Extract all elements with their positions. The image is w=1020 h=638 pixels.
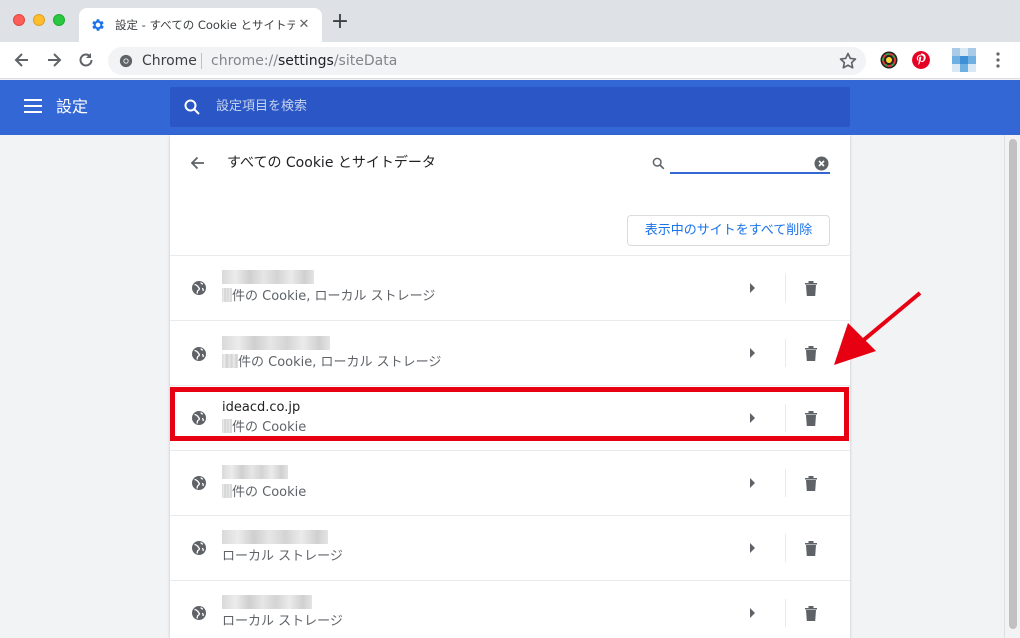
arrow-right-icon[interactable] (748, 283, 756, 293)
arrow-right-icon[interactable] (748, 478, 756, 488)
site-description: ローカル ストレージ (222, 614, 343, 629)
site-description: 件の Cookie, ローカル ストレージ (222, 288, 435, 305)
site-description: 件の Cookie, ローカル ストレージ (222, 354, 441, 371)
url-scheme: chrome:// (211, 53, 278, 69)
settings-search-input[interactable]: 設定項目を検索 (170, 87, 850, 127)
trash-icon[interactable] (804, 280, 818, 297)
globe-icon (192, 606, 206, 620)
hamburger-menu-icon[interactable] (24, 99, 42, 113)
site-name-blurred (222, 465, 288, 482)
row-divider (785, 274, 786, 302)
color-picker-extension-icon[interactable] (880, 51, 898, 69)
site-description: ローカル ストレージ (222, 549, 343, 564)
site-row[interactable]: ローカル ストレージ (170, 515, 850, 580)
tab-title: 設定 - すべての Cookie とサイトデ (115, 18, 295, 32)
site-row[interactable]: 件の Cookie, ローカル ストレージ (170, 320, 850, 385)
trash-icon[interactable] (804, 345, 818, 362)
omnibox-chip: Chrome (142, 53, 197, 69)
row-divider (785, 534, 786, 562)
trash-icon[interactable] (804, 475, 818, 492)
globe-icon (192, 541, 206, 555)
tab-strip: 設定 - すべての Cookie とサイトデ ✕ + (0, 0, 1020, 42)
forward-icon[interactable] (44, 50, 64, 70)
back-icon[interactable] (12, 50, 32, 70)
omnibox-separator (201, 53, 202, 69)
search-icon (184, 99, 200, 115)
trash-icon[interactable] (804, 540, 818, 557)
browser-toolbar: Chrome chrome://settings/siteData (0, 42, 1020, 79)
back-icon[interactable] (188, 153, 208, 173)
globe-icon (192, 281, 206, 295)
trash-icon[interactable] (804, 605, 818, 622)
remove-all-shown-button[interactable]: 表示中のサイトをすべて削除 (627, 215, 830, 246)
site-filter-input[interactable] (670, 150, 830, 174)
url-host: settings (278, 53, 334, 69)
search-placeholder: 設定項目を検索 (216, 99, 308, 114)
highlight-box (170, 387, 849, 441)
annotation-arrow-icon (834, 291, 922, 365)
site-row[interactable]: 件の Cookie, ローカル ストレージ (170, 255, 850, 320)
site-description: 件の Cookie (222, 484, 306, 501)
plus-icon[interactable]: + (330, 11, 350, 33)
site-row[interactable]: ローカル ストレージ (170, 580, 850, 638)
window-close-button[interactable] (13, 14, 25, 26)
arrow-right-icon[interactable] (748, 608, 756, 618)
settings-header: 設定 設定項目を検索 (0, 80, 1020, 135)
globe-icon (192, 476, 206, 490)
scrollbar-thumb[interactable] (1009, 139, 1017, 629)
page-scrollbar[interactable] (1004, 135, 1020, 638)
page-title: 設定 (56, 97, 89, 116)
tab-settings[interactable]: 設定 - すべての Cookie とサイトデ ✕ (79, 8, 322, 42)
window-minimize-button[interactable] (33, 14, 45, 26)
clear-icon[interactable] (814, 156, 829, 171)
window-zoom-button[interactable] (53, 14, 65, 26)
site-row[interactable]: 件の Cookie (170, 450, 850, 515)
site-name-blurred (222, 336, 330, 353)
row-divider (785, 599, 786, 627)
url-path: /siteData (333, 53, 398, 69)
row-divider (785, 339, 786, 367)
settings-icon (92, 19, 104, 31)
reload-icon[interactable] (76, 50, 96, 70)
subpage-title: すべての Cookie とサイトデータ (227, 155, 436, 171)
site-name-blurred (222, 270, 314, 287)
pinterest-icon[interactable] (912, 51, 930, 69)
close-icon[interactable]: ✕ (295, 16, 313, 34)
arrow-right-icon[interactable] (748, 543, 756, 553)
arrow-right-icon[interactable] (748, 348, 756, 358)
address-bar[interactable]: Chrome chrome://settings/siteData (108, 47, 866, 75)
site-name-blurred (222, 595, 312, 612)
row-divider (785, 469, 786, 497)
profile-avatar-icon[interactable] (952, 48, 976, 72)
site-name-blurred (222, 530, 328, 547)
chrome-icon (119, 54, 133, 68)
search-icon (652, 157, 665, 170)
menu-icon[interactable] (990, 50, 1006, 70)
star-icon[interactable] (838, 51, 858, 71)
omnibox-url: chrome://settings/siteData (211, 53, 397, 69)
globe-icon (192, 347, 206, 361)
